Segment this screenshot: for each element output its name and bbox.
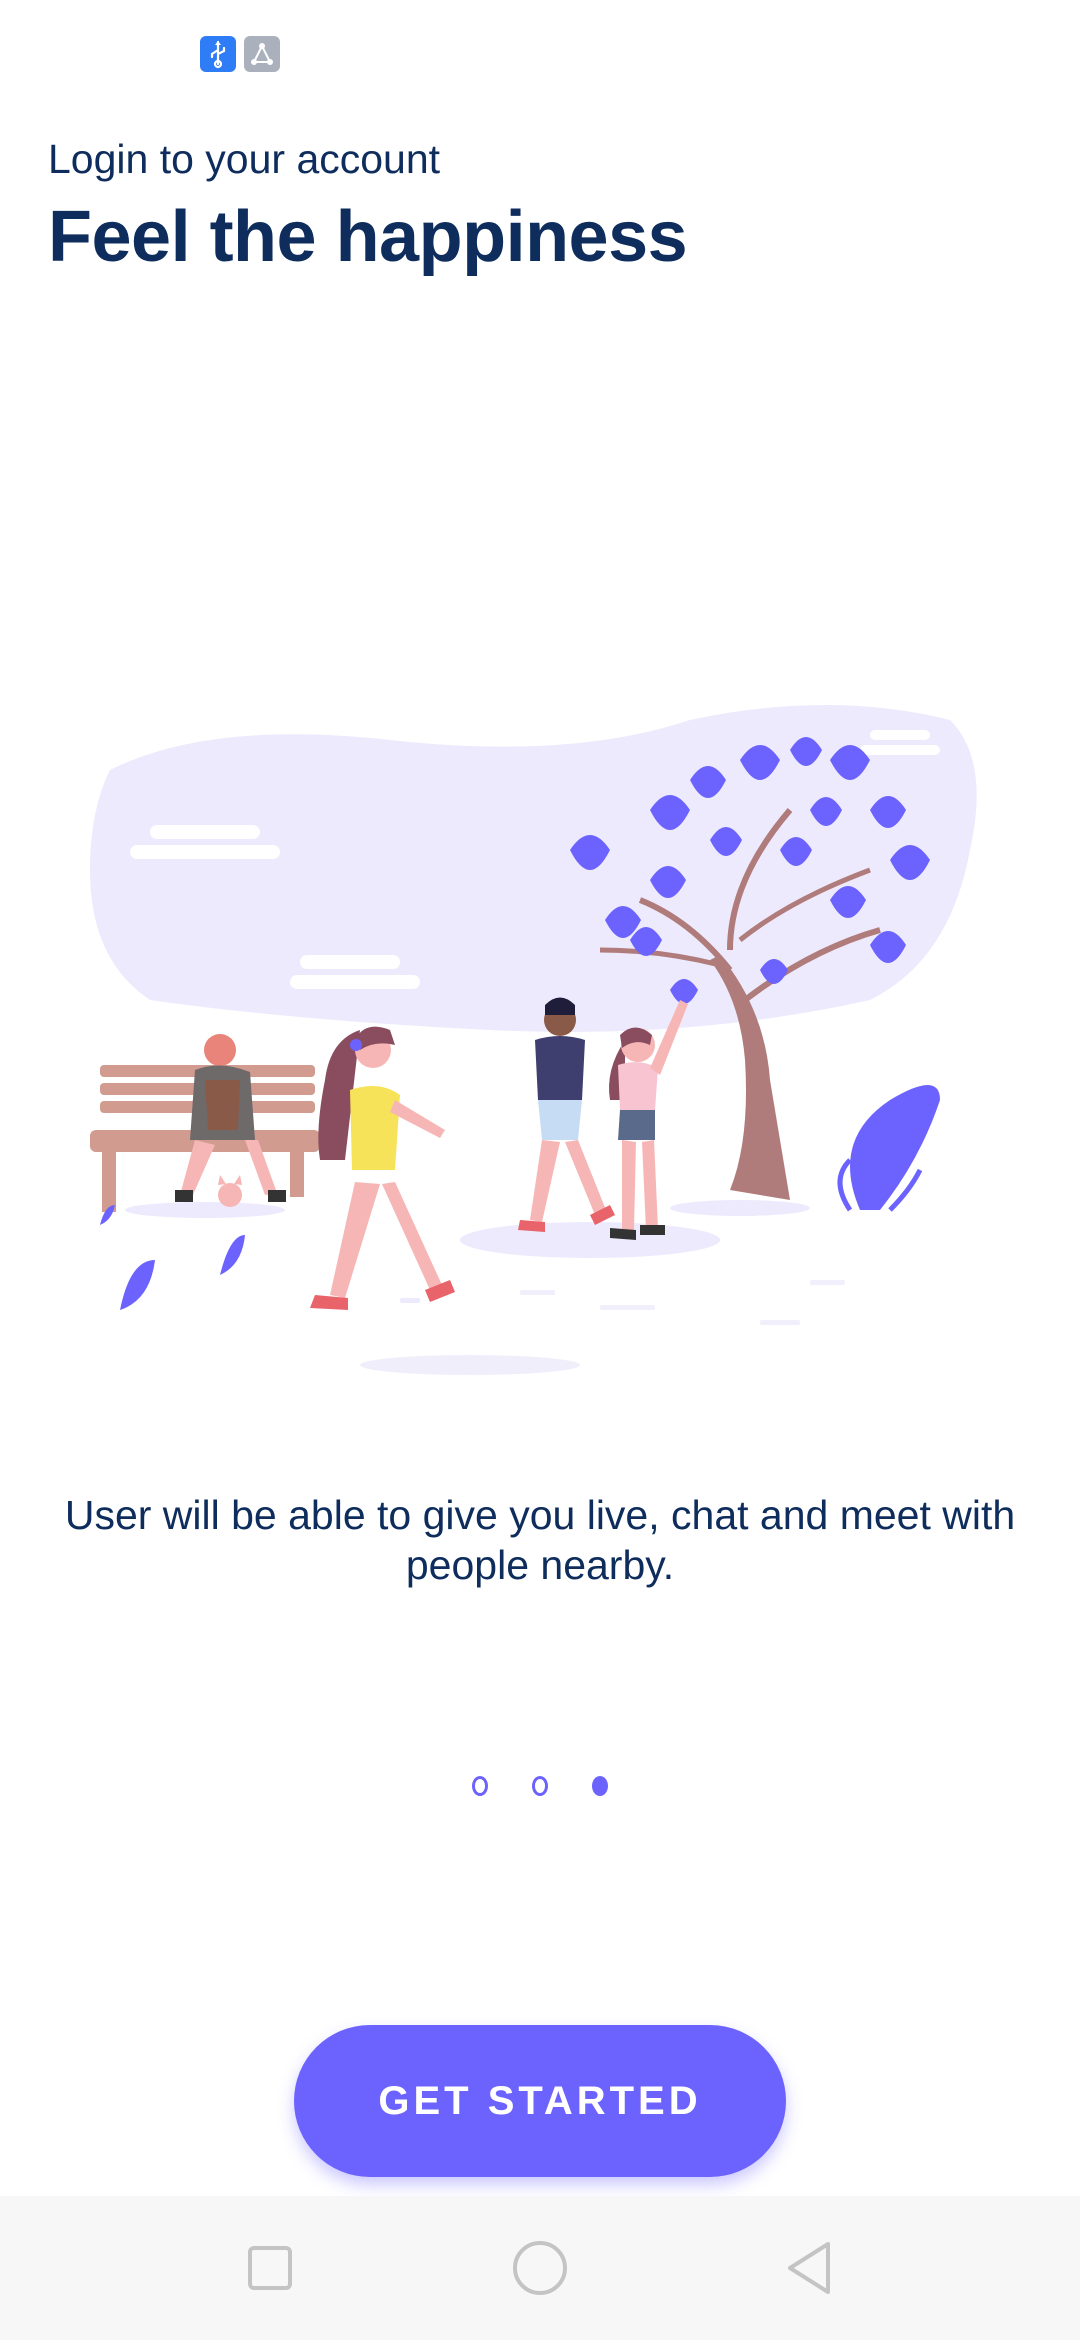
back-icon[interactable] (768, 2226, 852, 2310)
login-subtitle: Login to your account (48, 136, 441, 182)
page-indicator (450, 1772, 630, 1800)
onboarding-description: User will be able to give you live, chat… (64, 1492, 1016, 1588)
home-icon[interactable] (498, 2226, 582, 2310)
get-started-button[interactable]: GET STARTED (294, 2025, 786, 2177)
page-dot-3-active[interactable] (592, 1776, 608, 1796)
usb-icon (200, 36, 236, 72)
system-nav-bar (0, 2196, 1080, 2340)
park-people-illustration (90, 700, 990, 1390)
page-title: Feel the happiness (48, 197, 688, 277)
status-bar (0, 0, 1080, 100)
recent-apps-icon[interactable] (228, 2226, 312, 2310)
page-dot-1[interactable] (472, 1776, 488, 1796)
onboarding-screen: Login to your account Feel the happiness (0, 0, 1080, 2340)
page-dot-2[interactable] (532, 1776, 548, 1796)
share-icon (244, 36, 280, 72)
